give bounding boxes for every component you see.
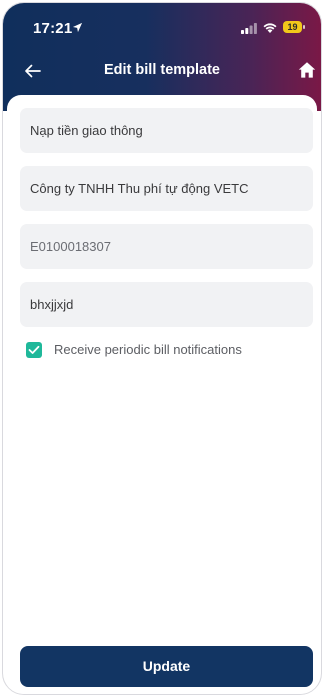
cellular-signal-icon [241, 23, 257, 34]
nav-bar: Edit bill template [3, 51, 321, 91]
battery-level: 19 [283, 21, 302, 33]
battery-tip [303, 25, 305, 29]
update-button[interactable]: Update [20, 646, 313, 687]
status-time: 17:21 [33, 20, 73, 37]
phone-frame: 17:21 19 Edit bill template Nạp tiền gia… [2, 2, 322, 695]
wifi-icon [263, 23, 277, 33]
bill-name-field[interactable]: bhxjjxjd [20, 282, 313, 327]
location-arrow-icon [72, 22, 83, 33]
battery-icon: 19 [283, 21, 305, 34]
notification-label: Receive periodic bill notifications [54, 342, 242, 357]
status-bar: 17:21 19 [3, 3, 321, 47]
page-title: Edit bill template [103, 62, 220, 78]
service-field[interactable]: Nạp tiền giao thông [20, 108, 313, 153]
notification-checkbox[interactable] [26, 342, 42, 358]
home-icon[interactable] [297, 60, 317, 80]
checkmark-icon [28, 345, 40, 354]
provider-field[interactable]: Công ty TNHH Thu phí tự động VETC [20, 166, 313, 211]
back-arrow-icon[interactable] [23, 61, 43, 81]
customer-code-field[interactable]: E0100018307 [20, 224, 313, 269]
form-panel: Nạp tiền giao thông Công ty TNHH Thu phí… [7, 95, 317, 694]
